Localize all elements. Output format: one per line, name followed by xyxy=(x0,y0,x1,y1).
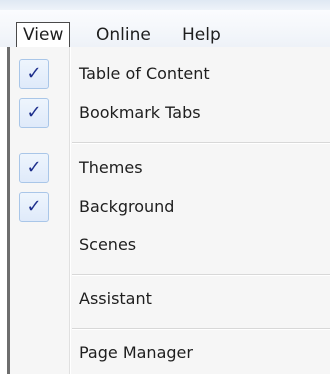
menu-bar: View Online Help xyxy=(0,10,330,48)
menu-item-background[interactable]: ✓ Background xyxy=(10,188,330,226)
menu-item-page-manager[interactable]: Page Manager xyxy=(10,334,330,372)
menu-item-label: Assistant xyxy=(79,289,152,308)
menu-separator xyxy=(72,142,330,144)
window-edge xyxy=(0,47,10,374)
menu-help[interactable]: Help xyxy=(176,22,227,48)
checkmark-icon: ✓ xyxy=(19,59,49,89)
menu-item-table-of-content[interactable]: ✓ Table of Content xyxy=(10,55,330,93)
menu-item-label: Themes xyxy=(79,158,143,177)
menu-item-label: Bookmark Tabs xyxy=(79,103,201,122)
menu-view[interactable]: View xyxy=(16,22,71,48)
menu-item-label: Background xyxy=(79,197,175,216)
menu-item-themes[interactable]: ✓ Themes xyxy=(10,149,330,187)
menu-item-label: Table of Content xyxy=(79,64,210,83)
checkmark-icon: ✓ xyxy=(19,153,49,183)
menu-separator xyxy=(72,274,330,276)
menu-separator xyxy=(72,328,330,330)
app-window: View Online Help ✓ Table of Content ✓ Bo… xyxy=(0,0,330,374)
checkmark-icon: ✓ xyxy=(19,98,49,128)
menu-item-assistant[interactable]: Assistant xyxy=(10,280,330,318)
menu-item-label: Scenes xyxy=(79,235,137,254)
menu-item-label: Page Manager xyxy=(79,343,193,362)
menu-item-bookmark-tabs[interactable]: ✓ Bookmark Tabs xyxy=(10,94,330,132)
menu-item-scenes[interactable]: Scenes xyxy=(10,226,330,264)
checkmark-icon: ✓ xyxy=(19,192,49,222)
title-strip xyxy=(0,0,330,10)
menu-online[interactable]: Online xyxy=(90,22,157,48)
